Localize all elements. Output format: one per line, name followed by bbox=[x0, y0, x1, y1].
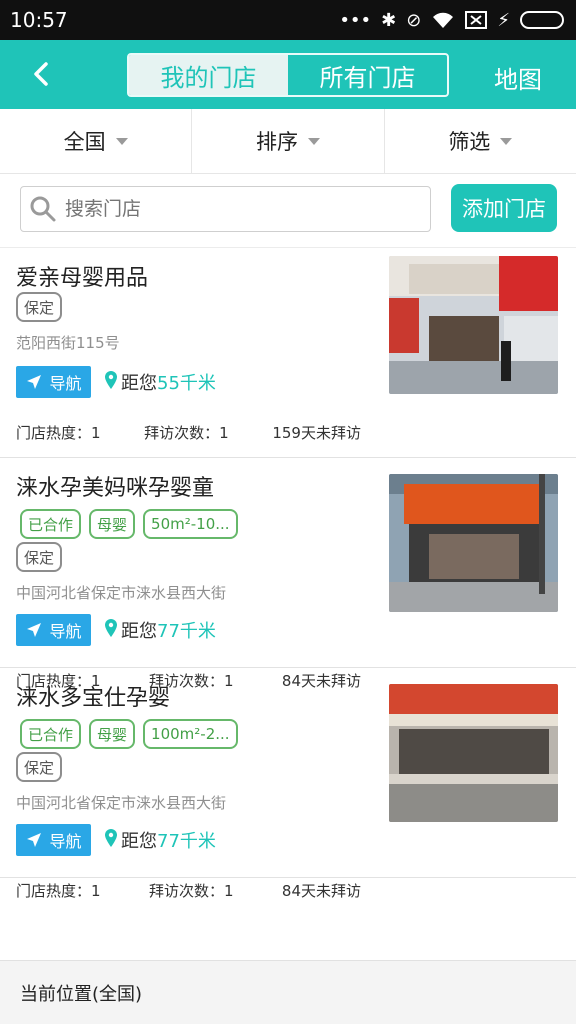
store-scope-toggle: 我的门店 所有门店 bbox=[127, 53, 449, 97]
distance-prefix: 距您 bbox=[121, 831, 157, 852]
search-row: 添加门店 bbox=[0, 174, 576, 248]
store-tags: 已合作 母婴 100m²-2... bbox=[20, 719, 238, 749]
current-location-label: 当前位置(全国) bbox=[20, 983, 143, 1005]
status-bar: 10:57 ••• ✱ ⊘ ⚡ bbox=[0, 0, 576, 40]
dots-icon: ••• bbox=[339, 9, 372, 31]
navigation-arrow-icon bbox=[27, 833, 42, 847]
sim-x-icon bbox=[465, 11, 488, 29]
visit-count: 拜访次数：1 bbox=[148, 882, 234, 900]
chevron-down-icon bbox=[307, 137, 320, 145]
store-tags: 已合作 母婴 50m²-10... bbox=[20, 509, 238, 539]
navigate-label: 导航 bbox=[49, 622, 82, 641]
store-stats: 门店热度：1 拜访次数：1 84天未拜访 bbox=[16, 880, 361, 901]
store-heat: 门店热度：1 bbox=[16, 882, 101, 900]
tab-all-stores[interactable]: 所有门店 bbox=[288, 55, 447, 95]
filter-region-label: 全国 bbox=[63, 130, 106, 154]
navigate-label: 导航 bbox=[49, 374, 82, 393]
city-tag: 保定 bbox=[16, 292, 63, 322]
back-arrow-icon[interactable] bbox=[22, 54, 62, 94]
location-pin-icon bbox=[105, 828, 117, 852]
distance-value: 77千米 bbox=[157, 621, 216, 642]
store-card[interactable]: 爱亲母婴用品 保定 范阳西街115号 导航 距您 55千米 门店热度：1 拜访次… bbox=[0, 248, 576, 458]
wifi-icon bbox=[433, 12, 454, 28]
days-since-visit: 84天未拜访 bbox=[281, 882, 361, 900]
store-name: 爱亲母婴用品 bbox=[16, 266, 149, 291]
tag-category: 母婴 bbox=[89, 509, 136, 539]
tag-area: 50m²-10... bbox=[143, 509, 238, 539]
add-store-button[interactable]: 添加门店 bbox=[451, 184, 557, 232]
distance-value: 77千米 bbox=[157, 831, 216, 852]
navigate-button[interactable]: 导航 bbox=[16, 614, 91, 646]
bluetooth-icon: ✱ bbox=[381, 9, 397, 31]
distance-prefix: 距您 bbox=[121, 621, 157, 642]
city-tag: 保定 bbox=[16, 542, 63, 572]
map-button[interactable]: 地图 bbox=[494, 60, 542, 95]
navigation-arrow-icon bbox=[27, 623, 42, 637]
visit-count: 拜访次数：1 bbox=[144, 424, 229, 442]
store-address: 中国河北省保定市涞水县西大街 bbox=[16, 584, 227, 602]
store-name: 涞水孕美妈咪孕婴童 bbox=[16, 476, 215, 501]
status-icons: ••• ✱ ⊘ ⚡ bbox=[339, 10, 564, 31]
distance: 距您 55千米 bbox=[105, 369, 216, 395]
store-list: 爱亲母婴用品 保定 范阳西街115号 导航 距您 55千米 门店热度：1 拜访次… bbox=[0, 248, 576, 900]
filter-sort-label: 排序 bbox=[255, 130, 298, 154]
tag-cooperated: 已合作 bbox=[20, 719, 82, 749]
location-pin-icon bbox=[105, 618, 117, 642]
filter-region[interactable]: 全国 bbox=[0, 109, 193, 173]
days-since-visit: 159天未拜访 bbox=[272, 424, 361, 442]
charging-icon: ⚡ bbox=[497, 9, 510, 31]
search-box[interactable] bbox=[20, 186, 431, 232]
tag-area: 100m²-2... bbox=[143, 719, 238, 749]
navigate-label: 导航 bbox=[49, 832, 82, 851]
filter-bar: 全国 排序 筛选 bbox=[0, 109, 576, 174]
current-location-bar[interactable]: 当前位置(全国) bbox=[0, 960, 576, 1024]
store-address: 范阳西街115号 bbox=[16, 334, 120, 352]
chevron-down-icon bbox=[115, 137, 128, 145]
store-photo[interactable] bbox=[389, 256, 558, 394]
distance: 距您 77千米 bbox=[105, 617, 216, 643]
store-photo[interactable] bbox=[389, 684, 558, 822]
store-card[interactable]: 涞水多宝仕孕婴 已合作 母婴 100m²-2... 保定 中国河北省保定市涞水县… bbox=[0, 668, 576, 900]
search-icon bbox=[30, 196, 56, 222]
store-card[interactable]: 涞水孕美妈咪孕婴童 已合作 母婴 50m²-10... 保定 中国河北省保定市涞… bbox=[0, 458, 576, 690]
tag-category: 母婴 bbox=[89, 719, 136, 749]
navigation-arrow-icon bbox=[27, 375, 42, 389]
distance-value: 55千米 bbox=[157, 373, 216, 394]
distance: 距您 77千米 bbox=[105, 827, 216, 853]
filter-screen-label: 筛选 bbox=[448, 130, 491, 154]
distance-prefix: 距您 bbox=[121, 373, 157, 394]
store-photo[interactable] bbox=[389, 474, 558, 612]
battery-icon bbox=[520, 11, 564, 29]
filter-screen[interactable]: 筛选 bbox=[385, 109, 576, 173]
store-address: 中国河北省保定市涞水县西大街 bbox=[16, 794, 227, 812]
search-input[interactable] bbox=[65, 198, 395, 220]
city-tag: 保定 bbox=[16, 752, 63, 782]
chevron-down-icon bbox=[500, 137, 513, 145]
navigate-button[interactable]: 导航 bbox=[16, 824, 91, 856]
app-bar: 我的门店 所有门店 地图 bbox=[0, 40, 576, 109]
filter-sort[interactable]: 排序 bbox=[192, 109, 385, 173]
tag-cooperated: 已合作 bbox=[20, 509, 82, 539]
location-pin-icon bbox=[105, 370, 117, 394]
navigate-button[interactable]: 导航 bbox=[16, 366, 91, 398]
store-heat: 门店热度：1 bbox=[16, 424, 101, 442]
store-name: 涞水多宝仕孕婴 bbox=[16, 686, 171, 711]
status-time: 10:57 bbox=[10, 8, 68, 32]
mute-icon: ⊘ bbox=[406, 9, 422, 31]
store-stats: 门店热度：1 拜访次数：1 159天未拜访 bbox=[16, 422, 361, 443]
tab-my-stores[interactable]: 我的门店 bbox=[129, 55, 288, 95]
